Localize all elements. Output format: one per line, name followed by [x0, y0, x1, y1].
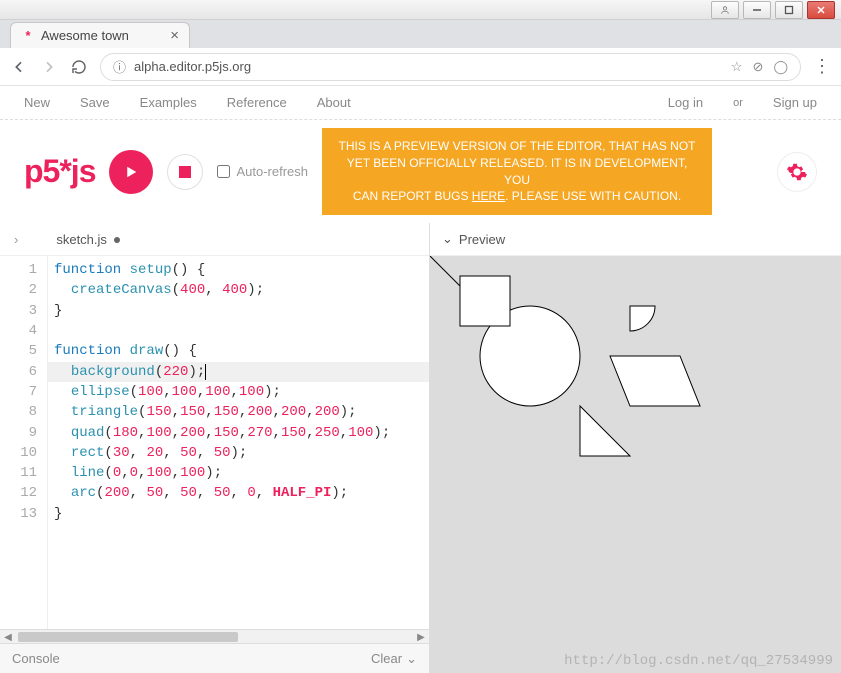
- nav-new[interactable]: New: [24, 95, 50, 110]
- nav-login[interactable]: Log in: [668, 95, 703, 110]
- line-gutter: 12345678910111213: [0, 256, 48, 629]
- scroll-right-icon[interactable]: ▶: [413, 630, 429, 644]
- extension2-icon[interactable]: ◯: [773, 59, 788, 75]
- preview-label: Preview: [459, 232, 505, 247]
- tab-close-icon[interactable]: ×: [170, 27, 179, 44]
- os-minimize-button[interactable]: [743, 1, 771, 19]
- browser-menu-icon[interactable]: ⋮: [813, 56, 831, 77]
- favicon-icon: *: [21, 29, 35, 43]
- preview-collapse-icon[interactable]: ⌄: [442, 231, 453, 247]
- bookmark-star-icon[interactable]: ☆: [731, 59, 743, 75]
- auto-refresh-checkbox[interactable]: [217, 165, 230, 178]
- nav-examples[interactable]: Examples: [140, 95, 197, 110]
- preview-canvas: http://blog.csdn.net/qq_27534999: [430, 256, 841, 673]
- forward-icon: [40, 58, 58, 76]
- watermark: http://blog.csdn.net/qq_27534999: [564, 653, 833, 669]
- preview-banner: THIS IS A PREVIEW VERSION OF THE EDITOR,…: [322, 128, 712, 215]
- nav-reference[interactable]: Reference: [227, 95, 287, 110]
- extension1-icon[interactable]: ⊘: [753, 59, 764, 75]
- auto-refresh-label: Auto-refresh: [236, 164, 308, 179]
- tab-title: Awesome town: [41, 28, 129, 43]
- scroll-left-icon[interactable]: ◀: [0, 630, 16, 644]
- nav-save[interactable]: Save: [80, 95, 110, 110]
- file-name[interactable]: sketch.js: [56, 232, 107, 247]
- url-text: alpha.editor.p5js.org: [134, 59, 251, 74]
- sidebar-toggle-icon[interactable]: ›: [14, 232, 18, 247]
- code-area[interactable]: function setup() { createCanvas(400, 400…: [48, 256, 429, 629]
- os-user-icon[interactable]: [711, 1, 739, 19]
- nav-or: or: [733, 97, 743, 109]
- stop-button[interactable]: [167, 154, 203, 190]
- site-info-icon[interactable]: ⓘ: [113, 57, 126, 76]
- browser-tab[interactable]: * Awesome town ×: [10, 22, 190, 48]
- auto-refresh-toggle[interactable]: Auto-refresh: [217, 164, 308, 179]
- nav-about[interactable]: About: [317, 95, 351, 110]
- code-editor[interactable]: 12345678910111213 function setup() { cre…: [0, 256, 429, 629]
- address-bar[interactable]: ⓘ alpha.editor.p5js.org ☆ ⊘ ◯: [100, 53, 801, 81]
- scroll-thumb[interactable]: [18, 632, 238, 642]
- back-icon[interactable]: [10, 58, 28, 76]
- reload-icon[interactable]: [70, 58, 88, 76]
- os-close-button[interactable]: [807, 1, 835, 19]
- banner-bugs-link[interactable]: HERE: [472, 189, 505, 203]
- os-maximize-button[interactable]: [775, 1, 803, 19]
- p5-logo: p5*js: [24, 153, 95, 190]
- editor-h-scrollbar[interactable]: ◀ ▶: [0, 629, 429, 643]
- nav-signup[interactable]: Sign up: [773, 95, 817, 110]
- play-button[interactable]: [109, 150, 153, 194]
- settings-button[interactable]: [777, 152, 817, 192]
- dirty-indicator: ●: [113, 231, 121, 247]
- stop-icon: [179, 166, 191, 178]
